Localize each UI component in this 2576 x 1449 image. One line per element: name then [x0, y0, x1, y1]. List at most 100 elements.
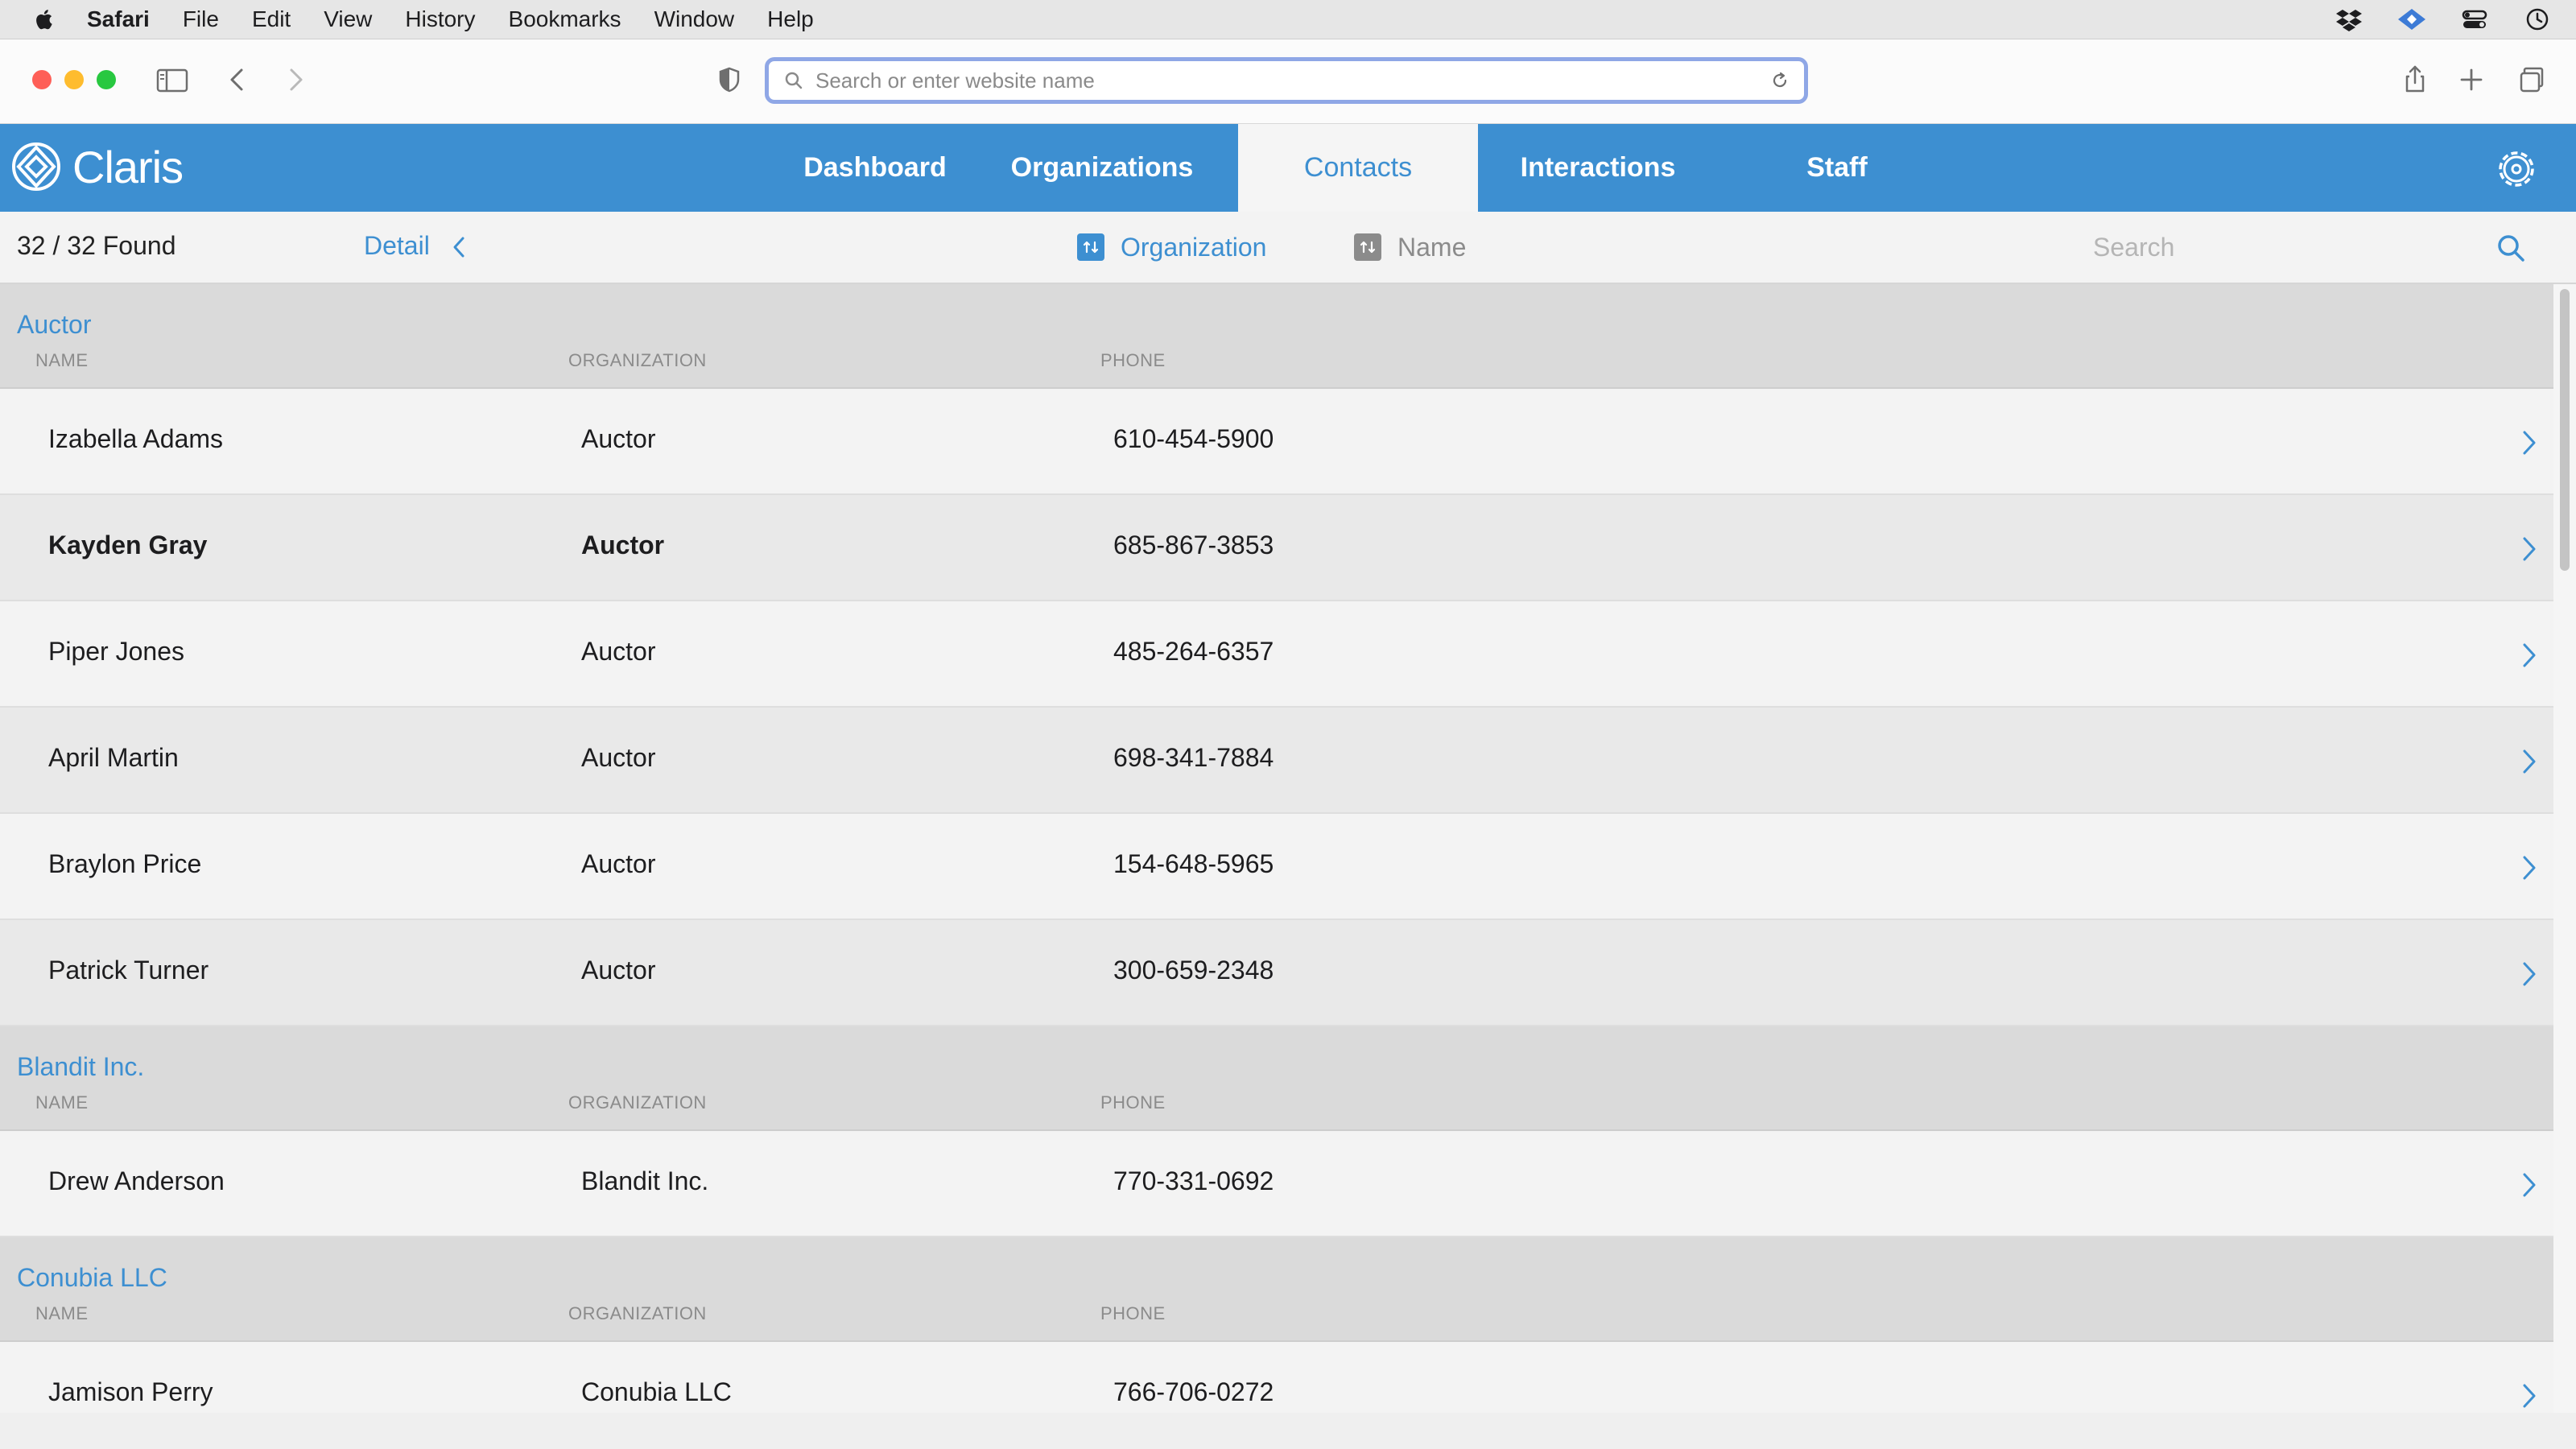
- tab-overview-icon[interactable]: [2510, 60, 2549, 99]
- macos-menubar: Safari File Edit View History Bookmarks …: [0, 0, 2576, 39]
- tab-dashboard[interactable]: Dashboard: [784, 124, 966, 212]
- app-navbar: Claris Dashboard Organizations Contacts …: [0, 124, 2576, 212]
- contact-organization: Auctor: [581, 637, 656, 666]
- sort-icon: [1354, 233, 1381, 261]
- dropbox-icon[interactable]: [2333, 6, 2365, 32]
- browser-toolbar: [0, 39, 2576, 124]
- contact-organization: Blandit Inc.: [581, 1166, 709, 1195]
- search-icon[interactable]: [2494, 231, 2528, 265]
- contact-phone: 300-659-2348: [1113, 956, 1274, 985]
- privacy-shield-icon[interactable]: [710, 60, 749, 99]
- menu-app-safari[interactable]: Safari: [87, 6, 150, 32]
- claris-logo-icon: [12, 142, 60, 191]
- menu-bookmarks[interactable]: Bookmarks: [509, 6, 621, 32]
- contact-row[interactable]: Piper Jones Auctor 485-264-6357: [0, 601, 2553, 708]
- column-header-phone: PHONE: [1100, 1303, 1166, 1323]
- contact-name: Kayden Gray: [48, 530, 208, 559]
- group-title: Blandit Inc.: [17, 1052, 145, 1081]
- contact-row[interactable]: Patrick Turner Auctor 300-659-2348: [0, 920, 2553, 1026]
- chevron-right-icon[interactable]: [2520, 532, 2539, 566]
- chevron-right-icon[interactable]: [2520, 638, 2539, 672]
- window-close-button[interactable]: [32, 70, 52, 89]
- column-header-name: NAME: [35, 1092, 89, 1113]
- contact-organization: Auctor: [581, 743, 656, 772]
- contact-phone: 766-706-0272: [1113, 1377, 1274, 1406]
- menu-window[interactable]: Window: [654, 6, 735, 32]
- contact-name: Drew Anderson: [48, 1166, 225, 1195]
- contact-row[interactable]: Braylon Price Auctor 154-648-5965: [0, 814, 2553, 920]
- group-header: Auctor NAME ORGANIZATION PHONE: [0, 284, 2553, 389]
- list-scrollbar[interactable]: [2553, 284, 2576, 1413]
- contact-phone: 154-648-5965: [1113, 849, 1274, 878]
- column-header-name: NAME: [35, 1303, 89, 1323]
- column-header-organization: ORGANIZATION: [568, 1092, 707, 1113]
- contacts-list: Auctor NAME ORGANIZATION PHONE Izabella …: [0, 284, 2553, 1413]
- list-toolbar: 32 / 32 Found Detail Organization Name: [0, 212, 2576, 284]
- contacts-search-input[interactable]: [2077, 229, 2479, 265]
- chevron-right-icon[interactable]: [2520, 1168, 2539, 1202]
- sort-icon: [1077, 233, 1104, 261]
- contact-name: Piper Jones: [48, 637, 184, 666]
- window-bottom-edge: [0, 1413, 2576, 1449]
- contact-organization: Auctor: [581, 424, 656, 453]
- window-zoom-button[interactable]: [97, 70, 116, 89]
- column-header-organization: ORGANIZATION: [568, 350, 707, 370]
- column-header-name: NAME: [35, 350, 89, 370]
- contact-name: Patrick Turner: [48, 956, 209, 985]
- claris-logo: Claris: [10, 135, 184, 198]
- back-icon[interactable]: [219, 60, 258, 99]
- menu-help[interactable]: Help: [767, 6, 814, 32]
- contact-organization: Conubia LLC: [581, 1377, 732, 1406]
- sort-name-label: Name: [1397, 232, 1467, 262]
- control-center-icon[interactable]: [2458, 6, 2491, 32]
- tab-interactions[interactable]: Interactions: [1478, 124, 1718, 212]
- sort-name-button[interactable]: Name: [1354, 228, 1466, 266]
- contact-phone: 485-264-6357: [1113, 637, 1274, 666]
- column-header-organization: ORGANIZATION: [568, 1303, 707, 1323]
- column-header-phone: PHONE: [1100, 1092, 1166, 1113]
- chevron-right-icon[interactable]: [2520, 957, 2539, 991]
- contact-row[interactable]: Drew Anderson Blandit Inc. 770-331-0692: [0, 1131, 2553, 1237]
- group-header: Blandit Inc. NAME ORGANIZATION PHONE: [0, 1026, 2553, 1131]
- group-title: Auctor: [17, 310, 92, 339]
- reload-icon[interactable]: [1769, 69, 1791, 92]
- tab-organizations[interactable]: Organizations: [966, 124, 1238, 212]
- contact-row[interactable]: April Martin Auctor 698-341-7884: [0, 708, 2553, 814]
- chevron-right-icon[interactable]: [2520, 745, 2539, 778]
- chevron-right-icon[interactable]: [2520, 426, 2539, 460]
- contact-phone: 698-341-7884: [1113, 743, 1274, 772]
- settings-gear-icon[interactable]: [2494, 147, 2539, 192]
- sort-organization-button[interactable]: Organization: [1077, 228, 1266, 266]
- group-title: Conubia LLC: [17, 1263, 167, 1292]
- new-tab-icon[interactable]: [2452, 60, 2491, 99]
- menu-edit[interactable]: Edit: [252, 6, 291, 32]
- contact-name: Jamison Perry: [48, 1377, 213, 1406]
- chevron-right-icon[interactable]: [2520, 1379, 2539, 1413]
- tab-staff[interactable]: Staff: [1718, 124, 1956, 212]
- forward-icon[interactable]: [275, 60, 314, 99]
- sidebar-toggle-icon[interactable]: [153, 60, 192, 99]
- menu-view[interactable]: View: [324, 6, 372, 32]
- network-extension-icon[interactable]: [2396, 6, 2428, 32]
- contact-row[interactable]: Kayden Gray Auctor 685-867-3853: [0, 495, 2553, 601]
- scrollbar-thumb[interactable]: [2560, 289, 2570, 571]
- window-minimize-button[interactable]: [64, 70, 84, 89]
- address-input[interactable]: [814, 67, 1769, 94]
- contact-phone: 610-454-5900: [1113, 424, 1274, 453]
- apple-menu-icon[interactable]: [32, 6, 58, 32]
- share-icon[interactable]: [2396, 60, 2434, 99]
- chevron-right-icon[interactable]: [2520, 851, 2539, 885]
- chevron-left-icon[interactable]: [448, 233, 470, 262]
- clock-icon[interactable]: [2521, 6, 2553, 32]
- contact-organization: Auctor: [581, 956, 656, 985]
- contact-row[interactable]: Jamison Perry Conubia LLC 766-706-0272: [0, 1342, 2553, 1413]
- tab-contacts[interactable]: Contacts: [1238, 124, 1478, 212]
- contact-row[interactable]: Izabella Adams Auctor 610-454-5900: [0, 389, 2553, 495]
- detail-button[interactable]: Detail: [364, 231, 430, 261]
- menu-history[interactable]: History: [405, 6, 475, 32]
- contact-name: Izabella Adams: [48, 424, 224, 453]
- contact-phone: 770-331-0692: [1113, 1166, 1274, 1195]
- contact-organization: Auctor: [581, 530, 665, 559]
- address-bar[interactable]: [765, 57, 1808, 104]
- menu-file[interactable]: File: [183, 6, 219, 32]
